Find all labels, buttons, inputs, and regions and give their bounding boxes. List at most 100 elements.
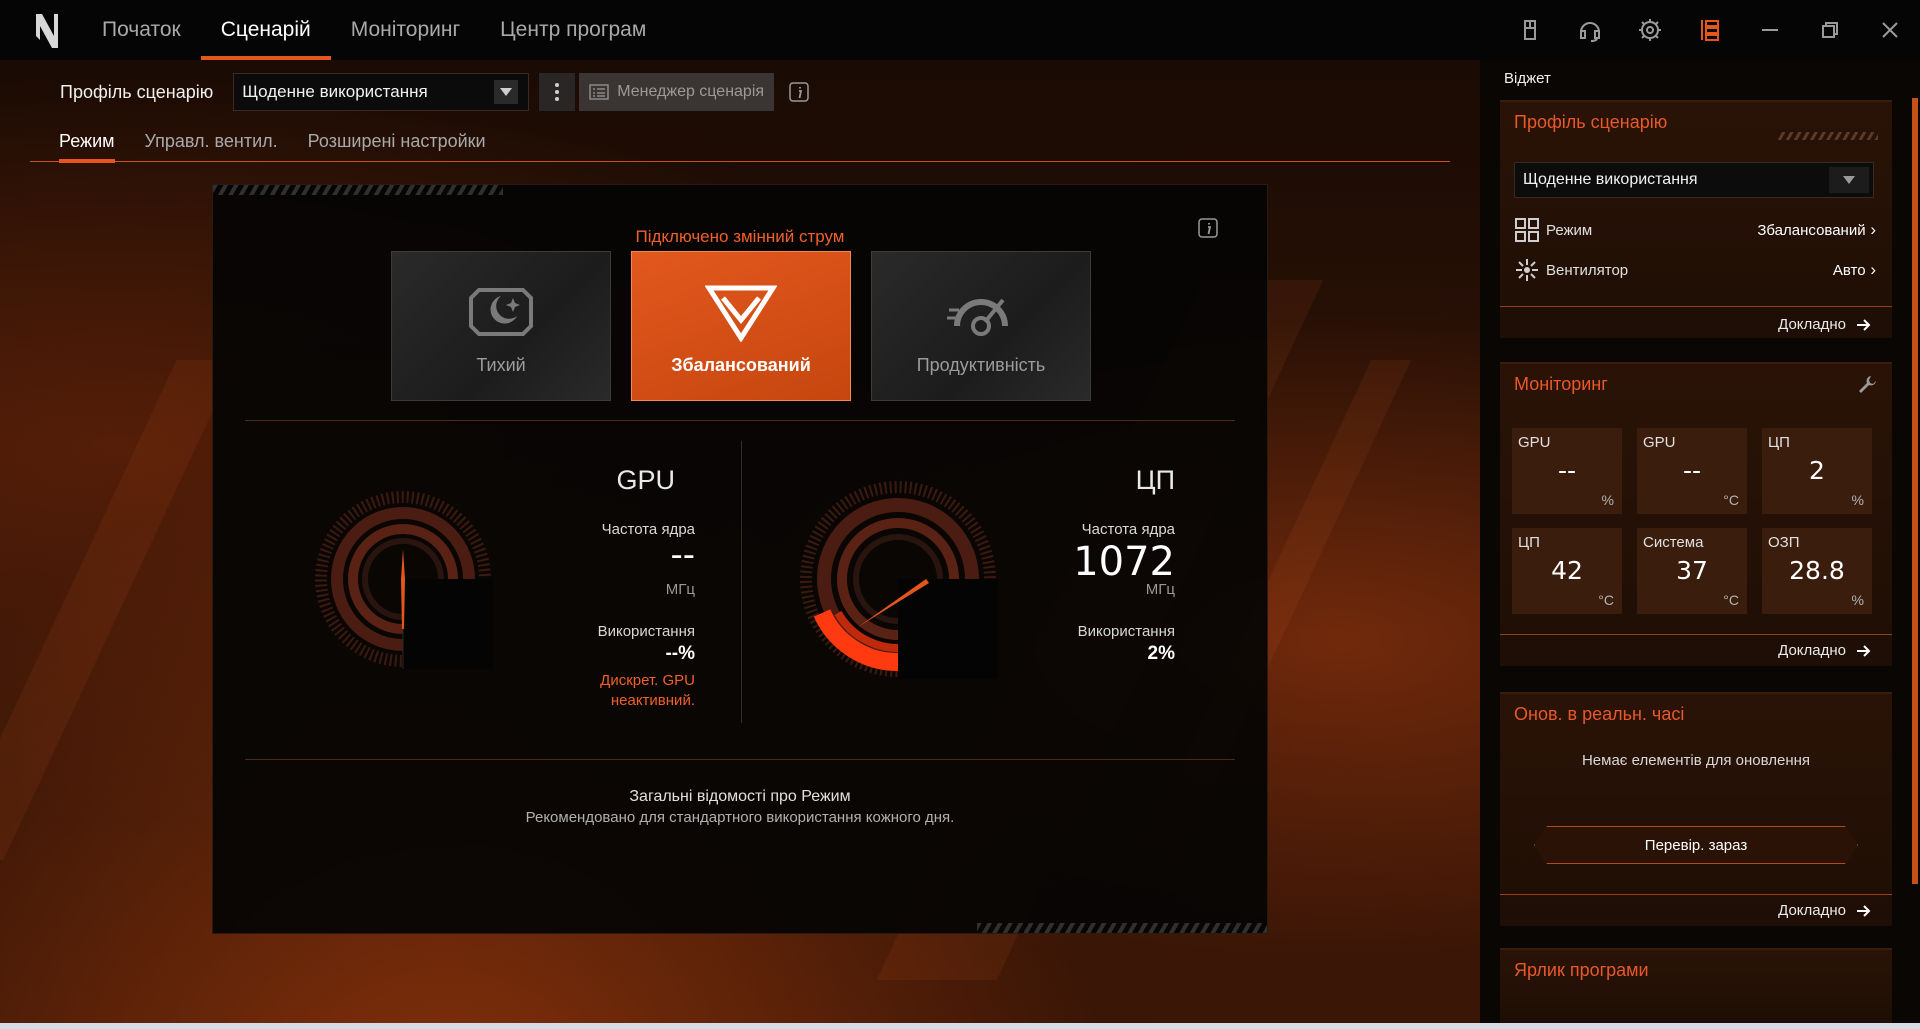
app-logo: [36, 14, 58, 48]
gpu-gauge: [315, 491, 493, 669]
mode-grid-icon: [1515, 218, 1539, 242]
monitor-tile: ОЗП 28.8 %: [1762, 528, 1872, 614]
taskbar-edge: [0, 1023, 1920, 1029]
info-icon[interactable]: [788, 81, 810, 103]
title-bar: Початок Сценарій Моніторинг Центр програ…: [0, 0, 1920, 60]
cpu-gauge: [800, 481, 998, 679]
settings-icon[interactable]: [1620, 0, 1680, 60]
mode-performance-button[interactable]: Продуктивність: [871, 251, 1091, 401]
gpu-usage-label: Використання: [597, 623, 695, 640]
nav-tab-app-center[interactable]: Центр програм: [480, 0, 666, 60]
monitor-tile: GPU -- %: [1512, 428, 1622, 514]
balanced-icon: [705, 285, 777, 342]
update-card: Онов. в реальн. часі Немає елементів для…: [1500, 692, 1892, 926]
tile-value: --: [1682, 456, 1702, 485]
widget-fan-row[interactable]: Вентилятор Авто: [1514, 255, 1876, 285]
sub-tabs: Режим Управл. вентил. Розширені настройк…: [30, 120, 1450, 163]
scenario-manager-button[interactable]: Менеджер сценарія: [579, 73, 775, 111]
widget-panel: Віджет Профіль сценарію Щоденне використ…: [1480, 60, 1920, 1029]
mode-label: Продуктивність: [916, 355, 1046, 375]
tile-label: GPU: [1518, 434, 1551, 451]
more-label: Докладно: [1778, 902, 1846, 919]
scrollbar[interactable]: [1912, 98, 1918, 884]
decor-stripes: [213, 185, 503, 195]
card-title: Профіль сценарію: [1514, 112, 1668, 132]
card-title: Моніторинг: [1514, 374, 1608, 394]
mode-quiet-button[interactable]: Тихий: [391, 251, 611, 401]
decor-stripes: [977, 923, 1267, 933]
subtab-advanced-settings[interactable]: Розширені настройки: [308, 120, 500, 162]
widget-fan-value: Авто: [1833, 260, 1876, 280]
divider: [1500, 894, 1892, 895]
main-nav: Початок Сценарій Моніторинг Центр програ…: [82, 0, 666, 60]
tile-value: 28.8: [1789, 556, 1845, 585]
widget-header: Віджет: [1504, 70, 1551, 87]
subtab-fan-control[interactable]: Управл. вентил.: [145, 120, 292, 162]
profile-select[interactable]: Щоденне використання: [233, 73, 530, 111]
profile-card: Профіль сценарію Щоденне використання Ре…: [1500, 100, 1892, 338]
monitor-tile: ЦП 42 °C: [1512, 528, 1622, 614]
decor-stripes: [1778, 132, 1878, 140]
gpu-freq-value: --: [670, 535, 695, 575]
widget-fan-label: Вентилятор: [1546, 261, 1629, 279]
tile-unit: °C: [1723, 592, 1739, 608]
subtab-mode[interactable]: Режим: [30, 120, 129, 163]
tile-label: ОЗП: [1768, 534, 1800, 551]
tile-unit: %: [1601, 492, 1614, 508]
tile-label: ЦП: [1768, 434, 1790, 451]
mode-label: Збалансований: [671, 355, 811, 375]
chevron-down-icon: [1829, 167, 1869, 193]
gpu-warning: Дискрет. GPU неактивний.: [600, 671, 695, 711]
main-content: Профіль сценарію Щоденне використання Ме…: [0, 60, 1480, 1029]
check-now-button[interactable]: Перевір. зараз: [1534, 826, 1858, 864]
tile-label: GPU: [1643, 434, 1676, 451]
nav-tab-scenario[interactable]: Сценарій: [200, 0, 331, 60]
minimize-icon[interactable]: [1740, 0, 1800, 60]
restore-icon[interactable]: [1800, 0, 1860, 60]
update-more-link[interactable]: Докладно: [1778, 902, 1872, 919]
tile-unit: %: [1851, 592, 1864, 608]
widget-profile-select-value: Щоденне використання: [1523, 171, 1698, 188]
profile-more-link[interactable]: Докладно: [1778, 316, 1872, 333]
tile-value: 2: [1809, 456, 1825, 485]
monitor-tile: ЦП 2 %: [1762, 428, 1872, 514]
widget-panel-icon[interactable]: [1680, 0, 1740, 60]
monitoring-card: Моніторинг GPU -- % GPU -- °C ЦП 2 % ЦП …: [1500, 362, 1892, 666]
mode-panel: Підключено змінний струм Тихий Збалансов…: [212, 184, 1268, 934]
tile-value: --: [1557, 456, 1577, 485]
more-label: Докладно: [1778, 316, 1846, 333]
profile-label: Профіль сценарію: [60, 81, 214, 102]
mode-balanced-button[interactable]: Збалансований: [631, 251, 851, 401]
mode-label: Тихий: [476, 355, 526, 375]
wrench-icon[interactable]: [1856, 374, 1878, 396]
no-updates-text: Немає елементів для оновлення: [1581, 752, 1811, 769]
widget-profile-select[interactable]: Щоденне використання: [1514, 162, 1874, 198]
divider: [245, 420, 1235, 421]
chevron-down-icon: [494, 80, 519, 104]
cpu-usage-value: 2%: [1147, 643, 1175, 664]
tile-value: 37: [1676, 556, 1708, 585]
tile-unit: °C: [1598, 592, 1614, 608]
kebab-icon: [555, 83, 560, 101]
more-options-button[interactable]: [539, 73, 576, 111]
headset-icon[interactable]: [1560, 0, 1620, 60]
divider: [1500, 634, 1892, 635]
close-icon[interactable]: [1860, 0, 1920, 60]
info-icon[interactable]: [1197, 217, 1219, 239]
cpu-freq-unit: МГц: [1145, 581, 1175, 598]
nav-tab-home[interactable]: Початок: [82, 0, 201, 60]
nav-tab-monitoring[interactable]: Моніторинг: [331, 0, 480, 60]
cpu-freq-value: 1072: [1073, 539, 1175, 585]
window-controls: [1500, 0, 1920, 60]
more-label: Докладно: [1778, 642, 1846, 659]
monitoring-more-link[interactable]: Докладно: [1778, 642, 1872, 659]
scenario-manager-label: Менеджер сценарія: [617, 83, 765, 100]
arrow-right-icon: [1857, 644, 1871, 657]
cpu-usage-label: Використання: [1077, 623, 1175, 640]
quiet-moon-icon: [469, 288, 533, 336]
mode-summary-description: Рекомендовано для стандартного використа…: [525, 809, 955, 826]
mouse-icon[interactable]: [1500, 0, 1560, 60]
widget-mode-row[interactable]: Режим Збалансований: [1514, 215, 1876, 245]
gpu-warning-line: Дискрет. GPU: [600, 672, 695, 689]
gpu-title: GPU: [616, 465, 675, 495]
